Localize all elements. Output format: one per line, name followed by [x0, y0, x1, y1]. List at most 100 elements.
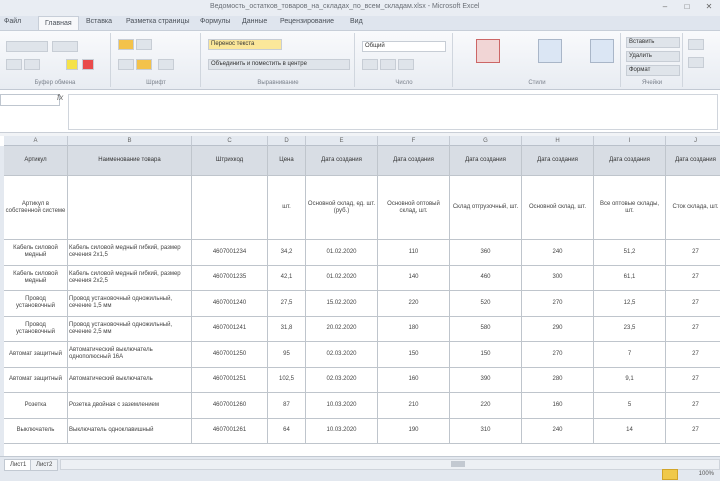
table-cell[interactable]: 01.02.2020	[306, 265, 378, 291]
table-cell[interactable]: Кабель силовой медный гибкий, размер сеч…	[68, 265, 192, 291]
formula-input[interactable]	[68, 94, 718, 130]
table-cell[interactable]: 520	[450, 291, 522, 317]
insert-cells-button[interactable]: Вставить	[626, 37, 680, 48]
column-header[interactable]: E	[306, 136, 378, 146]
table-cell[interactable]: 10.03.2020	[306, 418, 378, 444]
subheader-cell[interactable]: Все оптовые склады, шт.	[594, 176, 666, 240]
table-cell[interactable]: 23,5	[594, 316, 666, 342]
subheader-cell[interactable]: Сток склада, шт.	[666, 176, 720, 240]
header-cell[interactable]: Дата создания	[666, 146, 720, 176]
header-cell[interactable]: Дата создания	[306, 146, 378, 176]
number-format-select[interactable]: Общий	[362, 41, 446, 52]
table-cell[interactable]: 390	[450, 367, 522, 393]
column-header[interactable]: I	[594, 136, 666, 146]
table-cell[interactable]: 280	[522, 367, 594, 393]
table-cell[interactable]: Автоматический выключатель однополюсный …	[68, 342, 192, 368]
table-cell[interactable]: 220	[378, 291, 450, 317]
table-cell[interactable]: 87	[268, 393, 306, 419]
table-cell[interactable]: Провод установочный одножильный, сечение…	[68, 291, 192, 317]
tab-file[interactable]: Файл	[4, 18, 21, 25]
table-cell[interactable]: 27	[666, 419, 720, 444]
table-cell[interactable]: 14	[594, 418, 666, 444]
table-cell[interactable]: 01.02.2020	[306, 240, 378, 266]
table-cell[interactable]: 4607001261	[192, 418, 268, 444]
subheader-cell[interactable]: Артикул в собственной системе	[4, 176, 68, 240]
horizontal-scrollbar[interactable]	[60, 459, 720, 470]
column-header[interactable]: J	[666, 136, 720, 146]
table-cell[interactable]: 210	[378, 393, 450, 419]
maximize-button[interactable]: □	[676, 0, 698, 14]
table-cell[interactable]: Кабель силовой медный	[4, 240, 68, 266]
table-cell[interactable]: 27	[666, 393, 720, 419]
table-cell[interactable]: 190	[378, 418, 450, 444]
table-cell[interactable]: 150	[378, 342, 450, 368]
table-cell[interactable]: 15.02.2020	[306, 291, 378, 317]
table-cell[interactable]: 102,5	[268, 367, 306, 393]
table-cell[interactable]: Автомат защитный	[4, 367, 68, 393]
font-color-button[interactable]	[82, 59, 94, 70]
align-center-button[interactable]	[136, 59, 152, 70]
column-header[interactable]: D	[268, 136, 306, 146]
table-cell[interactable]: 51,2	[594, 240, 666, 266]
table-cell[interactable]: 27,5	[268, 291, 306, 317]
merge-center-button[interactable]: Объединить и поместить в центре	[208, 59, 350, 70]
tab-page-layout[interactable]: Разметка страницы	[126, 18, 190, 25]
table-cell[interactable]: 27	[666, 317, 720, 342]
align-middle-button[interactable]	[136, 39, 152, 50]
table-cell[interactable]: 02.03.2020	[306, 342, 378, 368]
table-cell[interactable]: 27	[666, 368, 720, 393]
wrap-text-button[interactable]: Перенос текста	[208, 39, 282, 50]
fill-color-button[interactable]	[66, 59, 78, 70]
table-cell[interactable]: 64	[268, 418, 306, 444]
header-cell[interactable]: Дата создания	[450, 146, 522, 176]
table-cell[interactable]: 160	[378, 367, 450, 393]
table-cell[interactable]: 34,2	[268, 240, 306, 266]
table-cell[interactable]: 10.03.2020	[306, 393, 378, 419]
sheet-tab-2[interactable]: Лист2	[30, 459, 59, 471]
table-cell[interactable]: 240	[522, 418, 594, 444]
table-cell[interactable]: 7	[594, 342, 666, 368]
table-cell[interactable]: 110	[378, 240, 450, 266]
table-cell[interactable]: 27	[666, 291, 720, 317]
table-cell[interactable]: 4607001241	[192, 316, 268, 342]
table-cell[interactable]: 220	[450, 393, 522, 419]
table-cell[interactable]: Розетка	[4, 393, 68, 419]
spreadsheet-grid[interactable]: ABCDEFGHIJ Артикул Наименование товара Штр…	[0, 136, 720, 456]
header-cell[interactable]: Дата создания	[522, 146, 594, 176]
table-cell[interactable]: 02.03.2020	[306, 367, 378, 393]
table-cell[interactable]: 4607001240	[192, 291, 268, 317]
table-cell[interactable]: 61,1	[594, 265, 666, 291]
close-button[interactable]: ✕	[698, 0, 720, 14]
table-cell[interactable]: 140	[378, 265, 450, 291]
table-cell[interactable]: 4607001250	[192, 342, 268, 368]
table-cell[interactable]: Автомат защитный	[4, 342, 68, 368]
tab-view[interactable]: Вид	[350, 18, 363, 25]
scroll-thumb[interactable]	[451, 461, 465, 467]
table-cell[interactable]: 27	[666, 240, 720, 266]
table-cell[interactable]: 240	[522, 240, 594, 266]
conditional-format-icon[interactable]	[476, 39, 500, 63]
table-cell[interactable]: 5	[594, 393, 666, 419]
name-box[interactable]	[0, 94, 60, 106]
table-cell[interactable]: 180	[378, 316, 450, 342]
table-cell[interactable]: 95	[268, 342, 306, 368]
table-cell[interactable]: 4607001260	[192, 393, 268, 419]
indent-button[interactable]	[158, 59, 174, 70]
subheader-cell[interactable]: Основной склад, шт.	[522, 176, 594, 240]
table-cell[interactable]: 300	[522, 265, 594, 291]
table-cell[interactable]: 4607001235	[192, 265, 268, 291]
bold-button[interactable]	[6, 59, 22, 70]
tab-insert[interactable]: Вставка	[86, 18, 112, 25]
table-cell[interactable]: 460	[450, 265, 522, 291]
fx-icon[interactable]: fx	[57, 93, 63, 102]
table-cell[interactable]: 20.02.2020	[306, 316, 378, 342]
table-cell[interactable]: Кабель силовой медный	[4, 265, 68, 291]
header-cell[interactable]: Артикул	[4, 146, 68, 176]
font-size-box[interactable]	[52, 41, 78, 52]
column-header[interactable]: F	[378, 136, 450, 146]
header-cell[interactable]: Дата создания	[594, 146, 666, 176]
font-name-box[interactable]	[6, 41, 48, 52]
table-cell[interactable]: Провод установочный	[4, 316, 68, 342]
delete-cells-button[interactable]: Удалить	[626, 51, 680, 62]
table-cell[interactable]: 150	[450, 342, 522, 368]
